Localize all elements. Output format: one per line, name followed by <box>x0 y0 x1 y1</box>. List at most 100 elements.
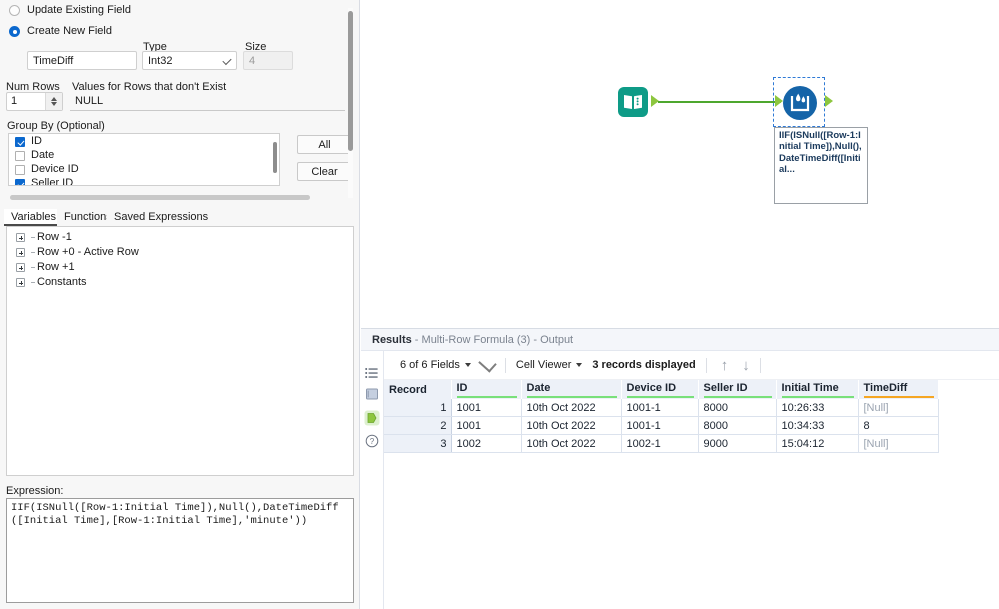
cell-seller-id[interactable]: 9000 <box>698 434 777 453</box>
cell-date[interactable]: 10th Oct 2022 <box>521 399 622 417</box>
list-view-icon[interactable] <box>365 367 379 381</box>
field-size-input: 4 <box>243 51 293 70</box>
num-rows-spin-buttons[interactable] <box>45 93 62 110</box>
config-vertical-scrollbar[interactable] <box>348 8 353 198</box>
clear-selection-button[interactable]: Clear <box>297 162 352 181</box>
cell-id[interactable]: 1002 <box>451 434 522 453</box>
column-header-record[interactable]: Record <box>384 380 452 399</box>
group-by-item-label: Device ID <box>31 163 79 175</box>
cell-initial-time[interactable]: 10:26:33 <box>776 399 859 417</box>
alteryx-window: Update Existing Field Create New Field T… <box>0 0 999 609</box>
spin-down-icon[interactable] <box>51 102 57 106</box>
column-header-date[interactable]: Date <box>521 380 622 399</box>
book-icon <box>624 95 642 109</box>
scrollbar-thumb[interactable] <box>348 11 353 151</box>
table-row[interactable]: 3 1002 10th Oct 2022 1002-1 9000 15:04:1… <box>384 434 939 453</box>
update-existing-field-option[interactable]: Update Existing Field <box>0 2 131 19</box>
tree-connector-line <box>31 267 35 268</box>
results-title-suffix: - Multi-Row Formula (3) - Output <box>411 334 574 346</box>
tab-saved-expressions[interactable]: Saved Expressions <box>107 209 216 226</box>
create-new-field-label: Create New Field <box>27 25 112 37</box>
results-table: Record ID Date Device ID Seller ID Initi… <box>384 380 939 453</box>
cell-device-id[interactable]: 1001-1 <box>621 416 699 435</box>
column-label: ID <box>456 382 468 394</box>
cell-initial-time[interactable]: 10:34:33 <box>776 416 859 435</box>
config-horizontal-scrollbar[interactable] <box>10 195 310 200</box>
results-grid[interactable]: Record ID Date Device ID Seller ID Initi… <box>384 380 999 609</box>
cell-seller-id[interactable]: 8000 <box>698 416 777 435</box>
fields-count-label[interactable]: 6 of 6 Fields <box>400 359 460 371</box>
spin-up-icon[interactable] <box>51 97 57 101</box>
cell-id[interactable]: 1001 <box>451 416 522 435</box>
expand-icon[interactable] <box>16 248 25 257</box>
tree-item-constants[interactable]: Constants <box>7 275 353 290</box>
num-rows-stepper[interactable]: 1 <box>6 92 63 111</box>
group-by-item-device-id[interactable]: Device ID <box>9 163 279 176</box>
column-header-id[interactable]: ID <box>451 380 522 399</box>
cell-timediff[interactable]: [Null] <box>858 434 939 453</box>
column-header-device-id[interactable]: Device ID <box>621 380 699 399</box>
column-header-seller-id[interactable]: Seller ID <box>698 380 777 399</box>
cell-device-id[interactable]: 1001-1 <box>621 399 699 417</box>
expand-icon[interactable] <box>16 278 25 287</box>
column-header-initial-time[interactable]: Initial Time <box>776 380 859 399</box>
browse-panel-icon[interactable] <box>365 387 379 401</box>
output-anchor-icon[interactable] <box>364 410 380 426</box>
variables-tree[interactable]: Row -1 Row +0 - Active Row Row +1 Consta… <box>6 226 354 476</box>
tree-item-row-plus-1[interactable]: Row +1 <box>7 260 353 275</box>
cell-date[interactable]: 10th Oct 2022 <box>521 434 622 453</box>
tree-item-row-minus-1[interactable]: Row -1 <box>7 230 353 245</box>
group-by-list[interactable]: ID Date Device ID Seller ID <box>8 133 280 186</box>
scrollbar-thumb[interactable] <box>273 142 277 173</box>
chevron-down-icon[interactable] <box>576 363 583 367</box>
results-title-bar: Results - Multi-Row Formula (3) - Output <box>361 329 999 351</box>
tab-variables[interactable]: Variables <box>4 209 64 226</box>
help-icon[interactable]: ? <box>365 434 379 448</box>
multi-row-formula-node[interactable] <box>773 77 825 127</box>
tree-item-row-plus-0[interactable]: Row +0 - Active Row <box>7 245 353 260</box>
toolbar-divider <box>705 357 707 373</box>
apply-check-icon[interactable] <box>478 354 497 373</box>
text-input-node[interactable] <box>618 87 648 117</box>
scroll-down-arrow-icon[interactable]: ↓ <box>742 358 750 373</box>
cell-id[interactable]: 1001 <box>451 399 522 417</box>
column-type-underline <box>863 396 934 398</box>
column-header-timediff[interactable]: TimeDiff <box>858 380 939 399</box>
chevron-down-icon[interactable] <box>464 363 471 367</box>
cell-timediff[interactable]: 8 <box>858 416 939 435</box>
table-row[interactable]: 1 1001 10th Oct 2022 1001-1 8000 10:26:3… <box>384 399 939 417</box>
group-by-item-seller-id[interactable]: Seller ID <box>9 177 279 186</box>
column-type-underline <box>626 396 694 398</box>
output-port-formula-node[interactable] <box>825 95 833 107</box>
expand-icon[interactable] <box>16 233 25 242</box>
checkbox-id[interactable] <box>15 136 25 147</box>
cell-timediff[interactable]: [Null] <box>858 399 939 417</box>
scroll-up-arrow-icon[interactable]: ↑ <box>721 358 729 373</box>
expression-editor[interactable]: IIF(ISNull([Row-1:Initial Time]),Null(),… <box>6 498 354 603</box>
node-annotation[interactable]: IIF(ISNull([Row-1:Initial Time]),Null(),… <box>774 127 868 204</box>
cell-initial-time[interactable]: 15:04:12 <box>776 434 859 453</box>
radio-update-existing[interactable] <box>9 5 20 16</box>
cell-seller-id[interactable]: 8000 <box>698 399 777 417</box>
checkbox-date[interactable] <box>15 150 25 161</box>
create-new-field-option[interactable]: Create New Field <box>0 23 112 40</box>
radio-create-new[interactable] <box>9 26 20 37</box>
field-type-select[interactable]: Int32 <box>142 51 237 70</box>
select-all-button[interactable]: All <box>297 135 352 154</box>
checkbox-seller-id[interactable] <box>15 178 25 185</box>
group-by-item-id[interactable]: ID <box>9 135 279 148</box>
workflow-canvas[interactable]: IIF(ISNull([Row-1:Initial Time]),Null(),… <box>361 0 999 327</box>
connector-wire[interactable] <box>658 101 781 103</box>
checkbox-device-id[interactable] <box>15 164 25 175</box>
scrollbar-thumb[interactable] <box>10 195 310 200</box>
cell-date[interactable]: 10th Oct 2022 <box>521 416 622 435</box>
expand-icon[interactable] <box>16 263 25 272</box>
table-row[interactable]: 2 1001 10th Oct 2022 1001-1 8000 10:34:3… <box>384 416 939 435</box>
group-by-item-date[interactable]: Date <box>9 149 279 162</box>
missing-rows-value-input[interactable]: NULL <box>70 92 345 111</box>
cell-viewer-label[interactable]: Cell Viewer <box>516 359 571 371</box>
cell-device-id[interactable]: 1002-1 <box>621 434 699 453</box>
group-by-scrollbar[interactable] <box>273 137 277 183</box>
group-by-item-label: Seller ID <box>31 177 74 186</box>
field-name-input[interactable] <box>27 51 137 70</box>
